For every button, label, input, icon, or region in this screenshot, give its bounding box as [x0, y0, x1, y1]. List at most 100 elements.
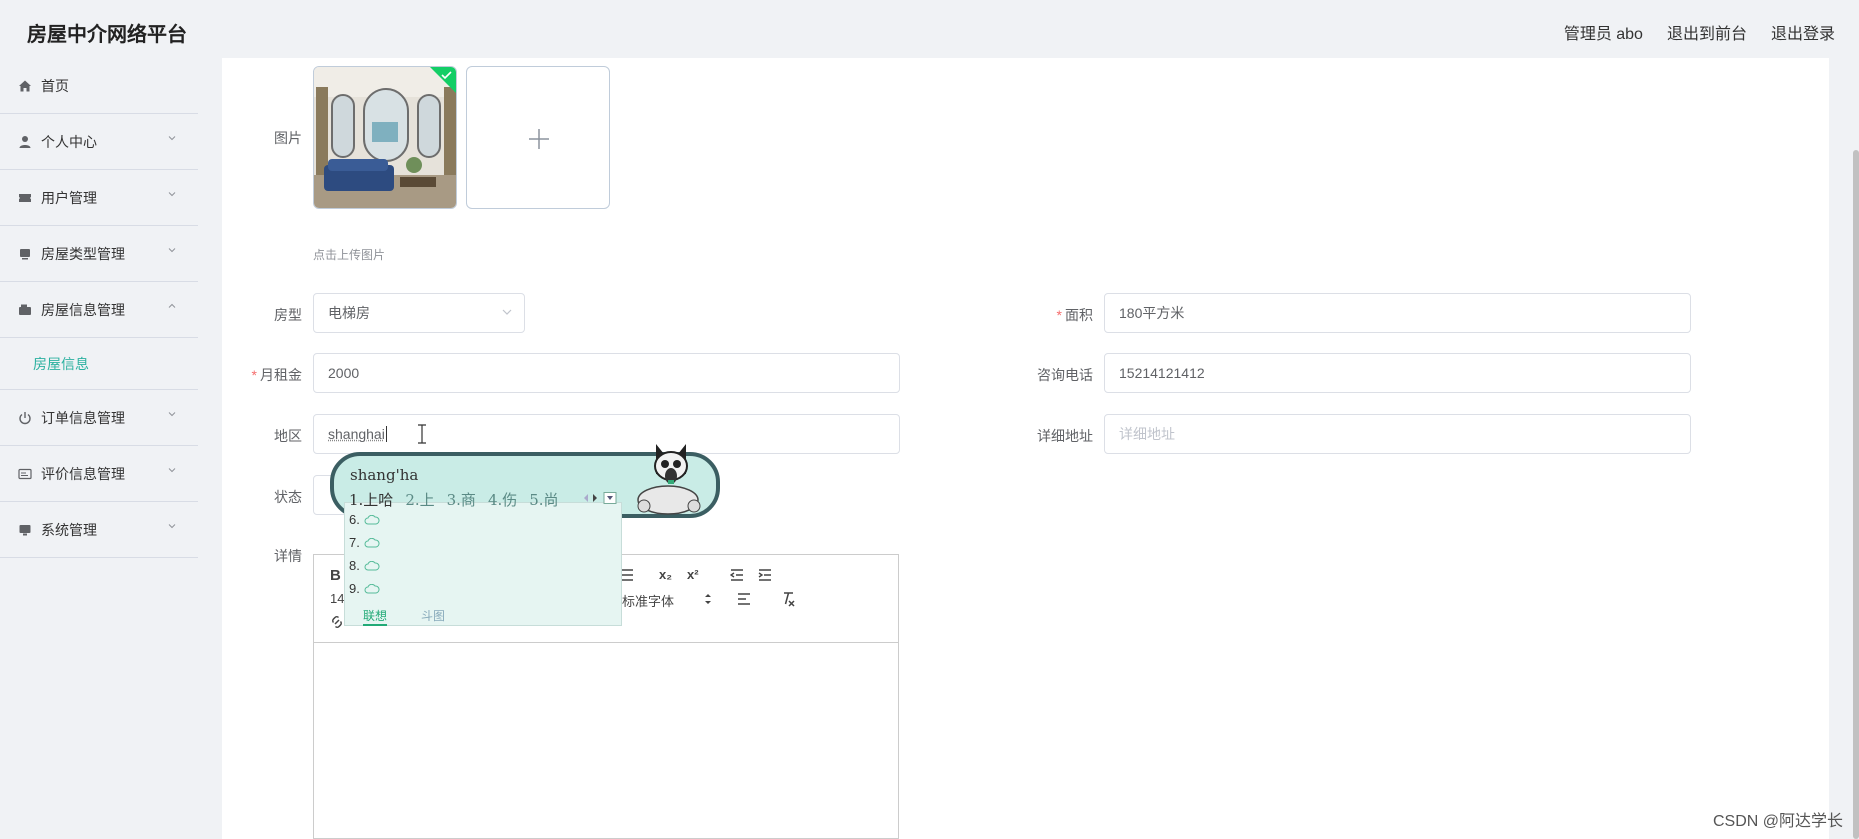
region-input[interactable]: shanghai	[313, 414, 900, 454]
address-input[interactable]: 详细地址	[1104, 414, 1691, 454]
address-placeholder: 详细地址	[1119, 426, 1175, 442]
superscript-button[interactable]: x²	[687, 567, 699, 582]
ime-extra-8[interactable]: 8.	[349, 558, 380, 573]
chevron-down-icon	[168, 468, 176, 473]
cloud-icon	[364, 560, 380, 570]
ime-candidate-1[interactable]: 1.上哈	[349, 489, 393, 510]
cloud-icon	[364, 514, 380, 524]
ime-tab-sticker[interactable]: 斗图	[421, 607, 445, 624]
ime-candidate-4[interactable]: 4.伤	[488, 489, 517, 510]
ime-extra-9[interactable]: 9.	[349, 581, 380, 596]
align-left-icon[interactable]	[737, 593, 751, 605]
sidebar-item-label: 用户管理	[41, 189, 97, 206]
chevron-down-icon	[168, 192, 176, 197]
ime-candidate-3[interactable]: 3.商	[447, 489, 476, 510]
area-value: 180平方米	[1119, 305, 1185, 321]
upload-success-check-icon	[430, 67, 456, 93]
sidebar-item-reviews[interactable]: 评价信息管理	[0, 446, 198, 502]
card-icon	[18, 468, 32, 479]
image-upload-button[interactable]	[466, 66, 610, 209]
house-type-value: 电梯房	[328, 305, 370, 321]
outdent-icon[interactable]	[730, 569, 744, 581]
phone-label: 咨询电话	[1037, 367, 1093, 383]
indent-icon[interactable]	[758, 569, 772, 581]
ime-mascot-icon	[637, 444, 701, 515]
sidebar-item-label: 个人中心	[41, 133, 97, 150]
ime-extra-7[interactable]: 7.	[349, 535, 380, 550]
ime-extra-6[interactable]: 6.	[349, 512, 380, 527]
app-title: 房屋中介网络平台	[27, 24, 187, 46]
chevron-down-icon	[168, 412, 176, 417]
sidebar-item-label: 订单信息管理	[41, 409, 125, 426]
power-icon	[19, 411, 31, 424]
rent-label: * 月租金	[251, 367, 302, 383]
sidebar-item-users[interactable]: 用户管理	[0, 170, 198, 226]
phone-input[interactable]: 15214121412	[1104, 353, 1691, 393]
address-label: 详细地址	[1037, 428, 1093, 444]
sidebar-item-orders[interactable]: 订单信息管理	[0, 390, 198, 446]
area-input[interactable]: 180平方米	[1104, 293, 1691, 333]
bold-button[interactable]: B	[330, 567, 341, 584]
sidebar-subitem-house-info[interactable]: 房屋信息	[0, 338, 198, 390]
font-size-select[interactable]: 14	[330, 591, 344, 606]
cloud-icon	[364, 537, 380, 547]
chevron-down-icon	[168, 136, 176, 141]
sidebar-item-personal[interactable]: 个人中心	[0, 114, 198, 170]
sidebar-item-house-type[interactable]: 房屋类型管理	[0, 226, 198, 282]
page-scrollbar[interactable]	[1853, 150, 1859, 839]
rent-value: 2000	[328, 365, 360, 381]
ime-candidates: 1.上哈 2.上 3.商 4.伤 5.尚	[349, 489, 559, 510]
wallet-icon	[19, 304, 31, 315]
required-mark: *	[251, 367, 257, 383]
home-icon	[19, 80, 31, 91]
cloud-icon	[364, 583, 380, 593]
ticket-icon	[19, 193, 31, 202]
ime-tab-association[interactable]: 联想	[363, 607, 388, 626]
required-mark: *	[1056, 307, 1062, 323]
sidebar-item-label: 评价信息管理	[41, 465, 125, 482]
top-header: 房屋中介网络平台 管理员 abo 退出到前台 退出登录	[0, 0, 1859, 58]
house-type-select[interactable]: 电梯房	[313, 293, 525, 333]
sidebar-item-label: 系统管理	[41, 521, 97, 538]
sidebar-item-house-info[interactable]: 房屋信息管理	[0, 282, 198, 338]
chevron-up-icon	[168, 303, 176, 308]
uploaded-image-thumbnail[interactable]	[313, 66, 457, 209]
header-actions: 管理员 abo 退出到前台 退出登录	[1564, 20, 1835, 44]
computer-icon	[19, 524, 31, 535]
sidebar-item-label: 房屋类型管理	[41, 245, 125, 262]
sidebar-item-label: 房屋信息管理	[41, 301, 125, 318]
chevron-down-icon	[502, 309, 512, 315]
sidebar-item-label: 首页	[41, 77, 69, 94]
upload-hint: 点击上传图片	[313, 248, 386, 262]
sidebar: 首页 个人中心 用户管理 房屋类型管理 房屋信息管理 房屋信息 订单信息管理 评…	[0, 58, 200, 839]
logout-link[interactable]: 退出登录	[1771, 20, 1835, 44]
back-to-front-link[interactable]: 退出到前台	[1667, 20, 1747, 44]
sidebar-item-home[interactable]: 首页	[0, 58, 198, 114]
font-family-select[interactable]: 标准字体	[622, 591, 674, 610]
list-icon[interactable]	[620, 569, 634, 581]
region-label: 地区	[274, 428, 302, 444]
sidebar-item-system[interactable]: 系统管理	[0, 502, 198, 558]
ibeam-cursor-icon	[418, 424, 426, 444]
rent-input[interactable]: 2000	[313, 353, 900, 393]
subscript-button[interactable]: x₂	[659, 567, 672, 582]
text-cursor	[385, 426, 387, 442]
ime-page-arrows-icon[interactable]	[582, 492, 620, 504]
ime-composition: shang'ha	[350, 466, 419, 484]
region-value: shanghai	[328, 426, 385, 442]
plus-icon	[529, 129, 549, 149]
select-arrows-icon	[705, 594, 711, 604]
user-icon	[19, 135, 31, 148]
clear-format-icon[interactable]	[780, 591, 796, 607]
detail-label: 详情	[274, 548, 302, 564]
ime-candidate-2[interactable]: 2.上	[405, 489, 434, 510]
status-label: 状态	[274, 489, 302, 505]
link-icon[interactable]	[330, 615, 344, 629]
csdn-watermark: CSDN @阿达学长	[1712, 813, 1843, 830]
ime-candidate-5[interactable]: 5.尚	[529, 489, 558, 510]
monitor-icon	[20, 248, 30, 259]
area-label: * 面积	[1056, 307, 1093, 323]
admin-user-link[interactable]: 管理员 abo	[1564, 20, 1643, 44]
phone-value: 15214121412	[1119, 365, 1205, 381]
chevron-down-icon	[168, 248, 176, 253]
